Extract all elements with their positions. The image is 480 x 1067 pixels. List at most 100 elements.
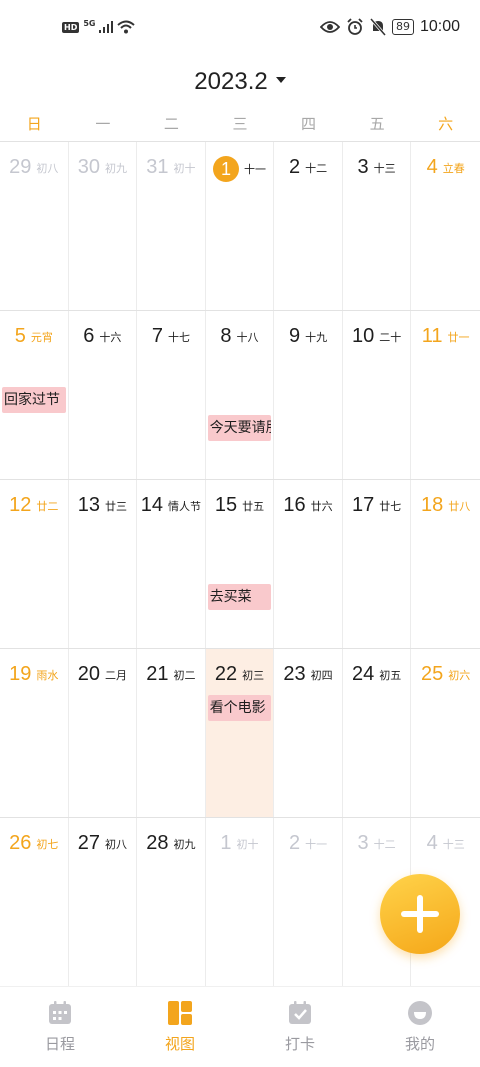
bottom-nav: 日程 视图 打卡 我的 (0, 986, 480, 1067)
event-chip[interactable]: 回家过节 (2, 387, 66, 413)
mute-icon (369, 18, 386, 36)
lunar-date: 情人节 (168, 499, 202, 513)
day-header: 7 十七 (137, 325, 205, 348)
lunar-date: 十二 (305, 161, 328, 175)
month-title: 2023.2 (194, 68, 268, 95)
day-number: 10 (351, 325, 375, 347)
day-cell[interactable]: 13 廿三 (69, 480, 138, 648)
event-chip[interactable]: 看个电影 (207, 695, 272, 721)
day-cell[interactable]: 26 初七 (0, 818, 69, 986)
nav-checkin[interactable]: 打卡 (240, 987, 360, 1067)
lunar-date: 廿六 (310, 499, 333, 513)
day-cell[interactable]: 3 十三 (343, 142, 412, 310)
day-cell[interactable]: 7 十七 (137, 311, 206, 479)
day-number: 5 (14, 325, 26, 347)
day-header: 12 廿二 (0, 494, 68, 517)
day-cell[interactable]: 25 初六 (411, 649, 480, 817)
day-number: 26 (9, 832, 32, 854)
day-number: 3 (357, 832, 369, 854)
lunar-date: 十七 (167, 330, 190, 344)
day-cell[interactable]: 2 十二 (274, 142, 343, 310)
grid-view-icon (168, 1001, 192, 1025)
day-number: 31 (146, 156, 169, 178)
day-cell[interactable]: 10 二十 (343, 311, 412, 479)
day-number: 6 (83, 325, 95, 347)
day-cell[interactable]: 17 廿七 (343, 480, 412, 648)
day-cell[interactable]: 5 元宵回家过节 (0, 311, 69, 479)
day-cell[interactable]: 31 初十 (137, 142, 206, 310)
day-cell[interactable]: 30 初九 (69, 142, 138, 310)
day-cell[interactable]: 9 十九 (274, 311, 343, 479)
day-cell[interactable]: 19 雨水 (0, 649, 69, 817)
day-cell[interactable]: 22 初三 看个电影 (205, 649, 275, 817)
wifi-icon (117, 20, 136, 34)
day-cell[interactable]: 24 初五 (343, 649, 412, 817)
day-header: 5 元宵 (0, 325, 68, 348)
lunar-date: 廿七 (379, 499, 402, 513)
day-cell[interactable]: 16 廿六 (274, 480, 343, 648)
day-number: 15 (214, 494, 238, 516)
lunar-date: 廿五 (242, 499, 265, 513)
day-header: 28 初九 (137, 832, 205, 855)
day-cell[interactable]: 8 十八今天要请朋友吃饭 (206, 311, 275, 479)
nav-schedule[interactable]: 日程 (0, 987, 120, 1067)
day-header: 11 廿一 (411, 325, 480, 348)
day-cell[interactable]: 20 二月 (69, 649, 138, 817)
lunar-date: 廿三 (104, 499, 127, 513)
day-number: 19 (9, 663, 32, 685)
nav-profile[interactable]: 我的 (360, 987, 480, 1067)
weekday-header: 日一二三四五六 (0, 113, 480, 141)
hd-icon: HD (62, 21, 80, 33)
eye-icon (319, 21, 340, 33)
day-cell[interactable]: 2 十一 (274, 818, 343, 986)
day-number: 1 (220, 832, 232, 854)
lunar-date: 初八 (36, 161, 59, 175)
weekday-label: 日 (26, 115, 42, 133)
event-chip[interactable]: 去买菜 (207, 584, 272, 610)
day-number: 7 (151, 325, 163, 347)
day-number: 28 (146, 832, 169, 854)
day-cell[interactable]: 4 立春 (411, 142, 480, 310)
day-number: 22 (214, 663, 238, 685)
day-cell[interactable]: 21 初二 (137, 649, 206, 817)
day-number: 30 (77, 156, 100, 178)
day-header: 2 十二 (274, 156, 342, 179)
lunar-date: 初二 (173, 668, 196, 682)
day-cell[interactable]: 18 廿八 (411, 480, 480, 648)
day-cell[interactable]: 12 廿二 (0, 480, 69, 648)
add-event-button[interactable] (380, 874, 460, 954)
day-header: 2 十一 (274, 832, 342, 855)
lunar-date: 初五 (379, 668, 402, 682)
day-header: 1 十一 (206, 156, 274, 182)
lunar-date: 初八 (104, 837, 127, 851)
day-cell[interactable]: 23 初四 (274, 649, 343, 817)
day-cell[interactable]: 28 初九 (137, 818, 206, 986)
day-number: 21 (146, 663, 169, 685)
day-cell[interactable]: 29 初八 (0, 142, 69, 310)
day-cell[interactable]: 27 初八 (69, 818, 138, 986)
day-cell[interactable]: 6 十六 (69, 311, 138, 479)
day-header: 23 初四 (274, 663, 342, 686)
day-header: 27 初八 (69, 832, 137, 855)
event-chip[interactable]: 今天要请朋友吃饭 (207, 415, 272, 441)
lunar-date: 初六 (448, 668, 471, 682)
day-number: 29 (9, 156, 32, 178)
weekday-label: 五 (369, 115, 385, 133)
nav-view[interactable]: 视图 (120, 987, 240, 1067)
day-cell[interactable]: 1 初十 (206, 818, 275, 986)
day-number: 23 (283, 663, 306, 685)
month-selector[interactable]: 2023.2 (0, 62, 480, 102)
lunar-date: 初十 (236, 837, 259, 851)
day-cell[interactable]: 1 十一 (206, 142, 275, 310)
day-cell[interactable]: 11 廿一 (411, 311, 480, 479)
day-header: 6 十六 (69, 325, 137, 348)
week-row: 5 元宵回家过节 6 十六 7 十七 8 十八今天要请朋友吃饭 9 十九 10 二十 11 廿一 (0, 311, 480, 480)
day-header: 17 廿七 (343, 494, 411, 517)
day-header: 20 二月 (69, 663, 137, 686)
day-cell[interactable]: 15 廿五去买菜 (206, 480, 275, 648)
lunar-date: 十一 (305, 837, 328, 851)
day-number: 13 (77, 494, 100, 516)
day-cell[interactable]: 14 情人节 (137, 480, 206, 648)
day-number: 4 (426, 156, 438, 178)
status-bar: HD 5G 89 10:00 (0, 0, 480, 60)
